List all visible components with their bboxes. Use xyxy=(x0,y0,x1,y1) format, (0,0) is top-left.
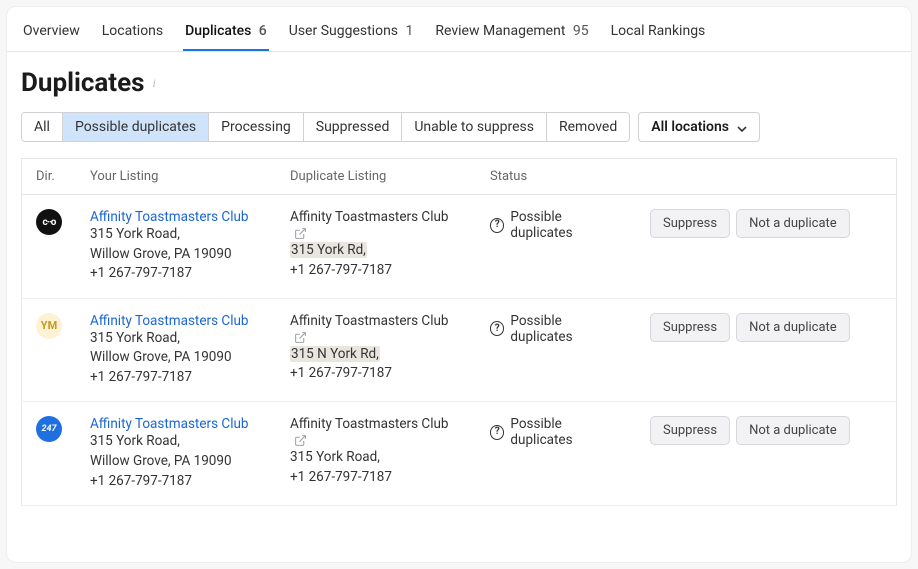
directory-icon: 247 xyxy=(36,416,62,442)
duplicate-listing-address: 315 N York Rd,+1 267-797-7187 xyxy=(290,345,462,384)
status-text: Possible duplicates xyxy=(510,209,622,241)
location-selector[interactable]: All locations xyxy=(638,112,760,142)
chevron-down-icon xyxy=(737,122,747,132)
table-row: 247Affinity Toastmasters Club315 York Ro… xyxy=(22,402,897,506)
filter-suppressed[interactable]: Suppressed xyxy=(304,113,403,141)
tab-overview[interactable]: Overview xyxy=(21,17,82,51)
duplicate-listing-address: 315 York Rd,+1 267-797-7187 xyxy=(290,241,462,280)
external-link-icon[interactable] xyxy=(294,331,307,344)
duplicate-listing-name: Affinity Toastmasters Club xyxy=(290,209,449,225)
question-icon: ? xyxy=(490,218,504,233)
your-listing-link[interactable]: Affinity Toastmasters Club xyxy=(90,313,249,329)
location-selector-label: All locations xyxy=(651,119,729,135)
filter-possible-duplicates[interactable]: Possible duplicates xyxy=(63,113,209,141)
suppress-button[interactable]: Suppress xyxy=(650,313,730,342)
your-listing-link[interactable]: Affinity Toastmasters Club xyxy=(90,209,249,225)
filter-bar: AllPossible duplicatesProcessingSuppress… xyxy=(21,112,897,142)
your-listing-address: 315 York Road,Willow Grove, PA 19090+1 2… xyxy=(90,432,262,491)
table-row: c··oAffinity Toastmasters Club315 York R… xyxy=(22,195,897,299)
status-text: Possible duplicates xyxy=(510,416,622,448)
not-duplicate-button[interactable]: Not a duplicate xyxy=(736,416,850,445)
col-your: Your Listing xyxy=(76,159,276,195)
tab-duplicates[interactable]: Duplicates 6 xyxy=(183,17,269,51)
filter-segments: AllPossible duplicatesProcessingSuppress… xyxy=(21,112,630,142)
suppress-button[interactable]: Suppress xyxy=(650,416,730,445)
external-link-icon[interactable] xyxy=(294,434,307,447)
col-dup: Duplicate Listing xyxy=(276,159,476,195)
suppress-button[interactable]: Suppress xyxy=(650,209,730,238)
duplicate-listing-name: Affinity Toastmasters Club xyxy=(290,416,449,432)
table-row: YMAffinity Toastmasters Club315 York Roa… xyxy=(22,298,897,402)
question-icon: ? xyxy=(490,321,504,336)
col-actions xyxy=(636,159,897,195)
page-title: Duplicates i xyxy=(21,68,897,98)
filter-processing[interactable]: Processing xyxy=(209,113,304,141)
not-duplicate-button[interactable]: Not a duplicate xyxy=(736,313,850,342)
info-icon[interactable]: i xyxy=(153,76,156,91)
tab-local-rankings[interactable]: Local Rankings xyxy=(609,17,708,51)
status-cell: ? Possible duplicates xyxy=(490,416,622,448)
tab-user-suggestions[interactable]: User Suggestions 1 xyxy=(287,17,416,51)
col-status: Status xyxy=(476,159,636,195)
filter-all[interactable]: All xyxy=(22,113,63,141)
col-dir: Dir. xyxy=(22,159,77,195)
duplicate-listing-address: 315 York Road,+1 267-797-7187 xyxy=(290,448,462,487)
main-tabs: Overview Locations Duplicates 6 User Sugges… xyxy=(7,7,911,52)
your-listing-link[interactable]: Affinity Toastmasters Club xyxy=(90,416,249,432)
directory-icon: YM xyxy=(36,313,62,339)
question-icon: ? xyxy=(490,425,504,440)
duplicate-listing-name: Affinity Toastmasters Club xyxy=(290,313,449,329)
tab-review-management[interactable]: Review Management 95 xyxy=(433,17,590,51)
filter-removed[interactable]: Removed xyxy=(547,113,629,141)
your-listing-address: 315 York Road,Willow Grove, PA 19090+1 2… xyxy=(90,329,262,388)
not-duplicate-button[interactable]: Not a duplicate xyxy=(736,209,850,238)
your-listing-address: 315 York Road,Willow Grove, PA 19090+1 2… xyxy=(90,225,262,284)
filter-unable-to-suppress[interactable]: Unable to suppress xyxy=(402,113,547,141)
external-link-icon[interactable] xyxy=(294,227,307,240)
status-cell: ? Possible duplicates xyxy=(490,313,622,345)
duplicates-table: Dir. Your Listing Duplicate Listing Stat… xyxy=(21,158,897,506)
status-text: Possible duplicates xyxy=(510,313,622,345)
tab-locations[interactable]: Locations xyxy=(100,17,165,51)
directory-icon: c··o xyxy=(36,209,62,235)
page-title-text: Duplicates xyxy=(21,68,145,98)
status-cell: ? Possible duplicates xyxy=(490,209,622,241)
